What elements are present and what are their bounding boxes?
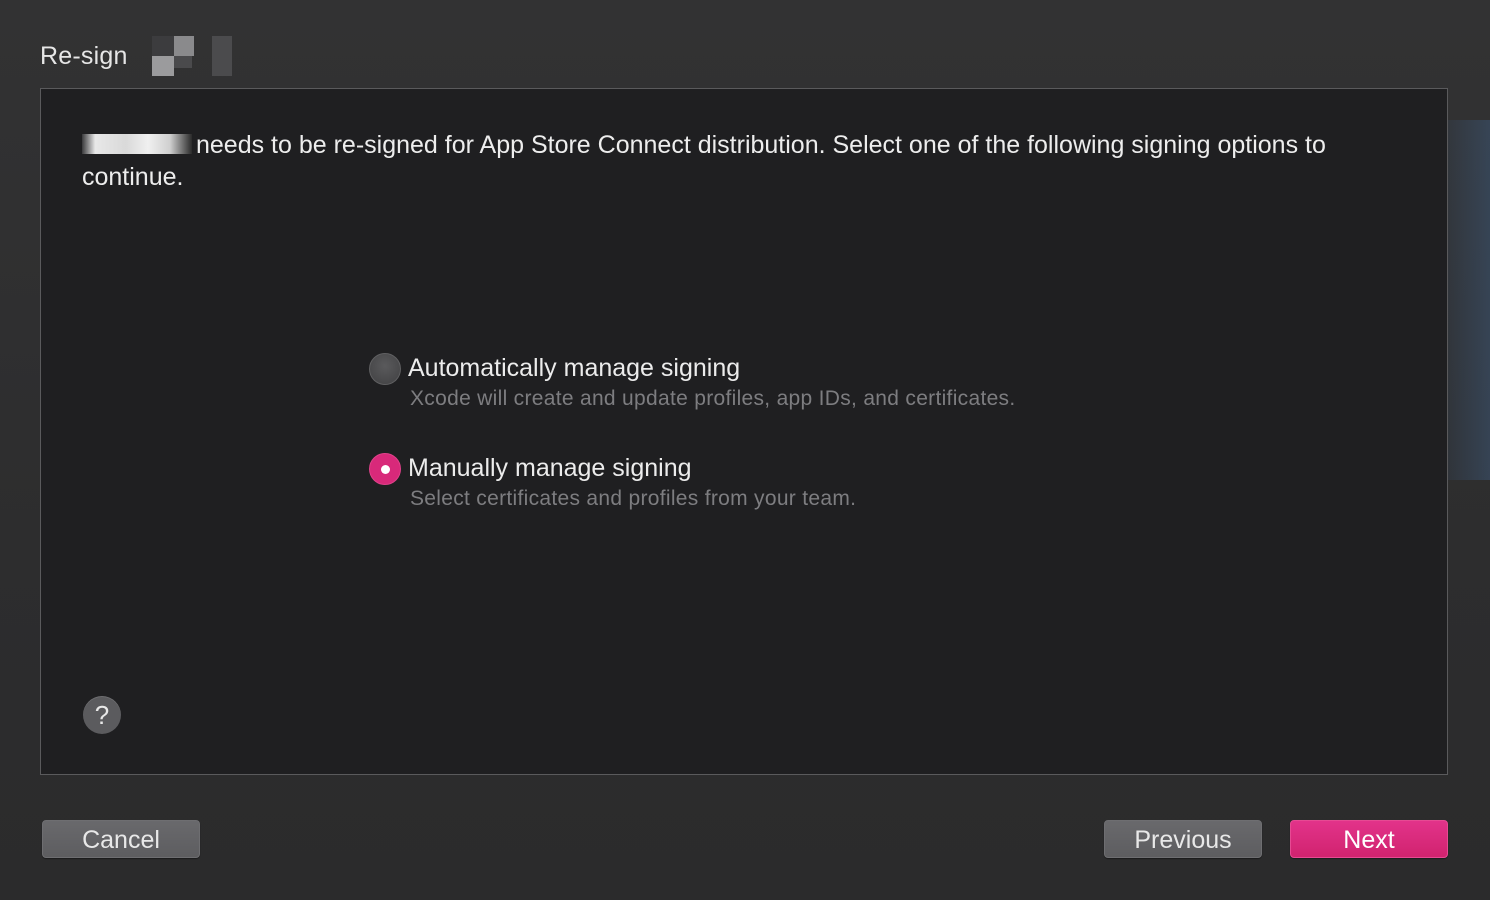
radio-manual-signing[interactable]: [369, 453, 401, 485]
title-row: Re-sign: [40, 34, 262, 78]
sheet-title: Re-sign: [40, 41, 128, 70]
redacted-app-name: [151, 36, 262, 76]
option-manual-title[interactable]: Manually manage signing: [408, 451, 692, 485]
intro-text: needs to be re-signed for App Store Conn…: [82, 131, 1326, 191]
option-automatic-description: Xcode will create and update profiles, a…: [410, 387, 1016, 410]
option-manual-description: Select certificates and profiles from yo…: [410, 487, 857, 510]
next-button[interactable]: Next: [1290, 820, 1448, 858]
help-icon[interactable]: ?: [83, 696, 121, 734]
radio-automatic-signing[interactable]: [369, 353, 401, 385]
intro-message: needs to be re-signed for App Store Conn…: [82, 129, 1362, 193]
cancel-button[interactable]: Cancel: [42, 820, 200, 858]
resign-sheet: Re-sign needs to be re-signed for App St…: [0, 0, 1490, 900]
option-automatic-title[interactable]: Automatically manage signing: [408, 351, 740, 385]
redacted-app-name-inline: [82, 134, 192, 155]
content-panel: needs to be re-signed for App Store Conn…: [40, 88, 1448, 775]
previous-button[interactable]: Previous: [1104, 820, 1262, 858]
